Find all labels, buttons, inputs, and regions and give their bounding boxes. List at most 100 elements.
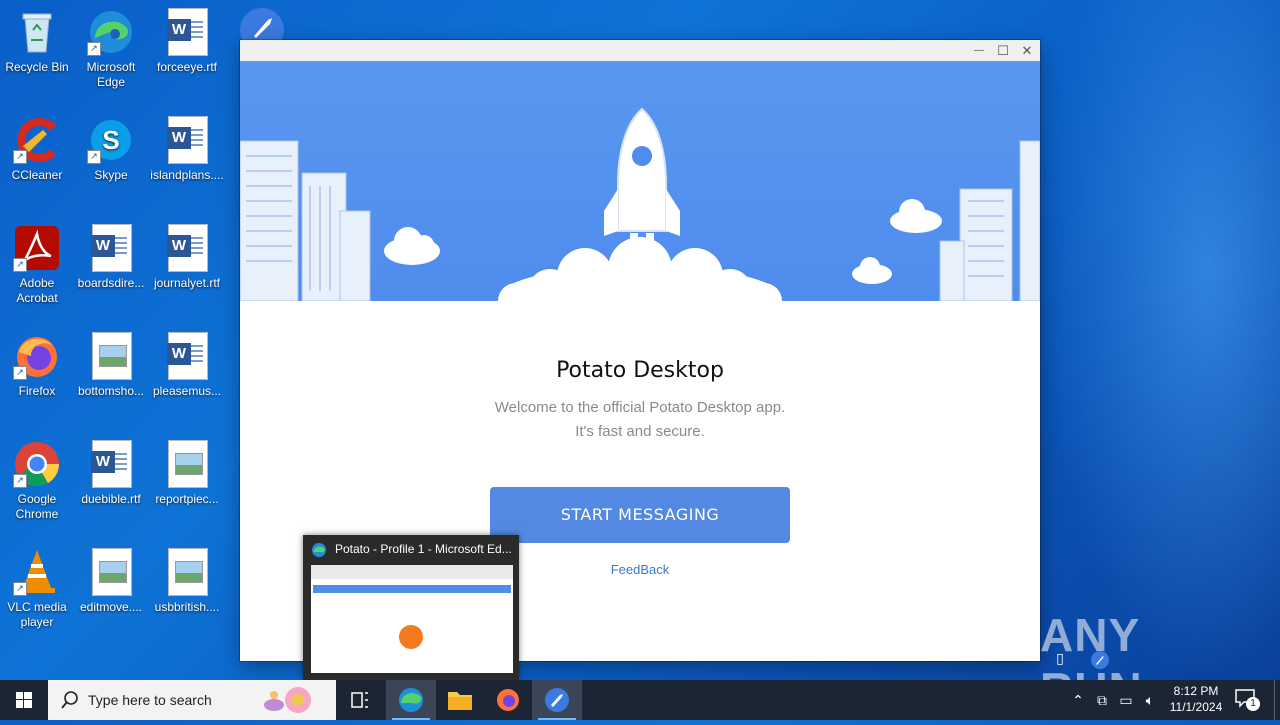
rocket-launch-illustration (240, 107, 1040, 301)
welcome-line-1: Welcome to the official Potato Desktop a… (494, 399, 786, 416)
desktop-icon-islandplans[interactable]: W islandplans.... (150, 116, 224, 183)
anyrun-watermark: ANY RUN (1040, 609, 1142, 715)
desktop-icon-forceeye[interactable]: W forceeye.rtf (150, 8, 224, 75)
edge-icon: ↗ (87, 8, 135, 56)
shortcut-arrow-icon: ↗ (13, 150, 27, 164)
desktop-icon-microsoft-edge[interactable]: ↗ Microsoft Edge (74, 8, 148, 90)
show-hidden-icons-chevron-icon[interactable]: ⌃ (1068, 690, 1088, 710)
desktop-icon-usbbritish[interactable]: usbbritish.... (150, 548, 224, 615)
desktop-icon-label: editmove.... (79, 600, 143, 614)
notification-badge: 1 (1246, 697, 1260, 711)
word-document-icon: W (163, 224, 211, 272)
notification-center-button[interactable]: 1 (1234, 688, 1262, 712)
desktop-icon-bottomsho[interactable]: bottomsho... (74, 332, 148, 399)
thumb-banner (313, 585, 511, 593)
desktop-icon-label: islandplans.... (150, 168, 224, 182)
desktop-icon-label: boardsdire... (77, 276, 145, 290)
desktop-icon-duebible[interactable]: W duebible.rtf (74, 440, 148, 507)
desktop-icon-label: forceeye.rtf (156, 60, 218, 74)
search-highlight-icon (264, 687, 311, 713)
desktop-icon-boardsdire[interactable]: W boardsdire... (74, 224, 148, 291)
welcome-line-2: It's fast and secure. (575, 423, 705, 440)
desktop-icon-label: Google Chrome (15, 492, 59, 521)
taskbar: Type here to search ⌃ ⧉ ▭ 🔈︎ 8:12 PM 11/… (0, 680, 1280, 720)
edge-icon (399, 688, 423, 712)
desktop-icon-pleasemus[interactable]: W pleasemus... (150, 332, 224, 399)
search-icon (61, 691, 78, 709)
taskbar-potato[interactable] (532, 680, 582, 720)
desktop-icon-google-chrome[interactable]: ↗ Google Chrome (0, 440, 74, 522)
welcome-description: Welcome to the official Potato Desktop a… (240, 396, 1040, 444)
preview-thumbnail (311, 565, 513, 673)
rocket-icon (545, 688, 569, 712)
minimize-button[interactable]: — (967, 40, 991, 61)
start-button[interactable] (0, 680, 48, 720)
adobe-acrobat-icon: ↗ (13, 224, 61, 272)
maximize-button[interactable]: ☐ (991, 40, 1015, 61)
clock[interactable]: 8:12 PM 11/1/2024 (1166, 684, 1226, 714)
shortcut-arrow-icon: ↗ (87, 150, 101, 164)
word-document-icon: W (163, 116, 211, 164)
show-desktop-button[interactable] (1274, 680, 1280, 720)
image-file-icon (87, 332, 135, 380)
desktop-icon-label: usbbritish.... (154, 600, 220, 614)
taskbar-search[interactable]: Type here to search (48, 680, 336, 720)
potato-tray-icon[interactable] (1090, 650, 1110, 670)
desktop-icon-recycle-bin[interactable]: Recycle Bin (0, 8, 74, 75)
chrome-icon: ↗ (13, 440, 61, 488)
firefox-icon: ↗ (13, 332, 61, 380)
image-file-icon (163, 440, 211, 488)
desktop-icon-editmove[interactable]: editmove.... (74, 548, 148, 615)
thumb-toolbar (311, 565, 513, 579)
desktop-icon-label: Recycle Bin (5, 60, 69, 74)
vlc-cone-icon: ↗ (13, 548, 61, 596)
hero-banner (240, 61, 1040, 301)
image-file-icon (163, 548, 211, 596)
taskbar-thumbnail-preview[interactable]: Potato - Profile 1 - Microsoft Ed... (303, 535, 519, 680)
desktop-icon-firefox[interactable]: ↗ Firefox (0, 332, 74, 399)
meet-now-icon[interactable]: ⧉ (1092, 690, 1112, 710)
svg-text:S: S (102, 125, 119, 155)
desktop-icon-label: Skype (94, 168, 128, 182)
taskbar-firefox[interactable] (484, 680, 532, 720)
taskbar-edge[interactable] (386, 680, 436, 720)
shortcut-arrow-icon: ↗ (13, 258, 27, 272)
desktop-icon-skype[interactable]: S ↗ Skype (74, 116, 148, 183)
thumb-circle-icon (399, 625, 423, 649)
recycle-bin-icon (13, 8, 61, 56)
desktop-icon-label: VLC media player (7, 600, 67, 629)
desktop-icon-label: Adobe Acrobat (16, 276, 58, 305)
desktop-icon-label: reportpiec... (155, 492, 219, 506)
title-bar[interactable]: — ☐ ✕ (240, 40, 1040, 61)
ccleaner-icon: ↗ (13, 116, 61, 164)
search-placeholder: Type here to search (88, 692, 212, 708)
desktop-icon-reportpiec[interactable]: reportpiec... (150, 440, 224, 507)
volume-icon[interactable]: 🔈︎ (1140, 690, 1160, 710)
shortcut-arrow-icon: ↗ (13, 474, 27, 488)
clock-date: 11/1/2024 (1169, 700, 1223, 714)
desktop-icon-ccleaner[interactable]: ↗ CCleaner (0, 116, 74, 183)
taskbar-file-explorer[interactable] (436, 680, 484, 720)
edge-icon (311, 542, 327, 558)
start-messaging-button[interactable]: START MESSAGING (490, 487, 790, 543)
windows-logo-icon (16, 692, 32, 708)
network-icon[interactable]: ▭ (1116, 690, 1136, 710)
desktop-icon-label: Firefox (18, 384, 56, 398)
folder-icon (448, 692, 472, 710)
task-view-icon (351, 692, 368, 708)
clock-time: 8:12 PM (1173, 684, 1219, 698)
firefox-icon (497, 689, 519, 711)
desktop-icon-label: pleasemus... (152, 384, 222, 398)
desktop-icon-adobe-acrobat[interactable]: ↗ Adobe Acrobat (0, 224, 74, 306)
desktop-icon-label: duebible.rtf (81, 492, 141, 506)
usb-device-icon[interactable]: ▯ (1050, 650, 1070, 670)
desktop-icon-journalyet[interactable]: W journalyet.rtf (150, 224, 224, 291)
feedback-link-text[interactable]: FeedBack (611, 562, 670, 577)
desktop-icon-label: bottomsho... (77, 384, 145, 398)
desktop-icon-vlc[interactable]: ↗ VLC media player (0, 548, 74, 630)
image-file-icon (87, 548, 135, 596)
word-document-icon: W (163, 8, 211, 56)
desktop-icon-label: CCleaner (11, 168, 63, 182)
close-button[interactable]: ✕ (1015, 40, 1039, 61)
task-view-button[interactable] (336, 680, 384, 720)
